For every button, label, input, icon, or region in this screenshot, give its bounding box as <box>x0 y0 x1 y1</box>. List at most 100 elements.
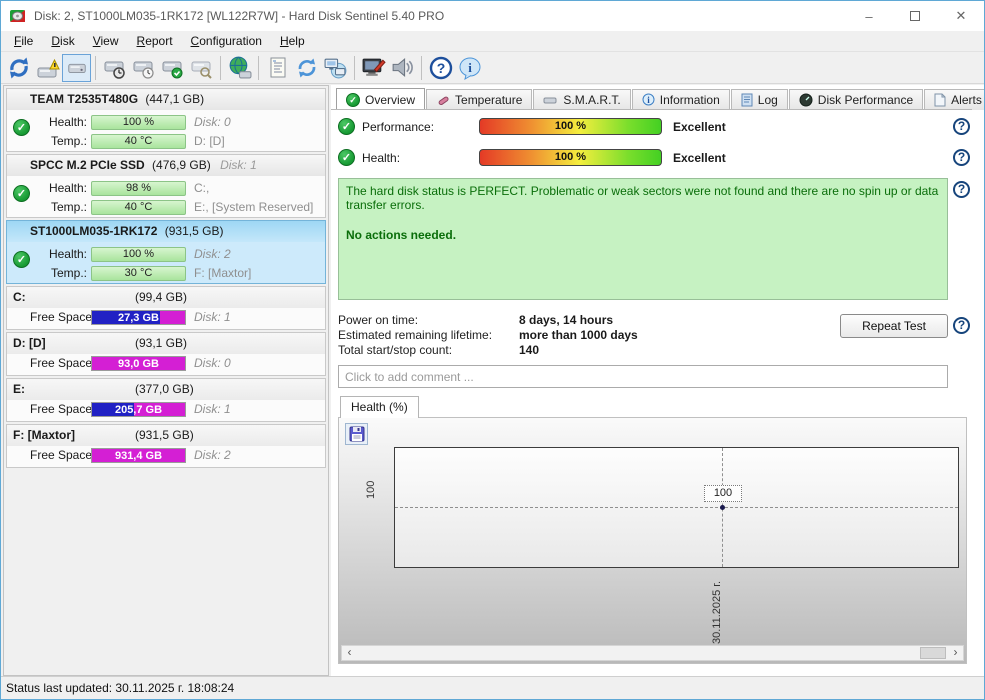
speaker-icon[interactable] <box>388 54 417 82</box>
menu-view[interactable]: View <box>84 32 128 50</box>
sync-icon[interactable] <box>292 54 321 82</box>
info-icon[interactable]: i <box>455 54 484 82</box>
disk-item-2-selected[interactable]: ST1000LM035-1RK172 (931,5 GB) Health: 10… <box>6 220 326 284</box>
lifetime-label: Estimated remaining lifetime: <box>338 328 493 342</box>
start-stop-value: 140 <box>519 343 540 357</box>
scrollbar-thumb[interactable] <box>920 647 946 659</box>
disk-overview-icon[interactable] <box>62 53 91 82</box>
toolbar-separator <box>258 55 259 80</box>
crosshair-horizontal <box>395 507 958 508</box>
help-icon[interactable]: ? <box>426 54 455 82</box>
tab-disk-performance[interactable]: Disk Performance <box>788 89 924 110</box>
menu-report[interactable]: Report <box>128 32 182 50</box>
maximize-button[interactable] <box>892 1 938 31</box>
alerts-icon <box>934 93 946 107</box>
disk-alert-icon[interactable] <box>33 54 62 82</box>
overview-tab-icon <box>346 92 360 107</box>
disk-item-0[interactable]: TEAM T2535T480G (447,1 GB) Health: 100 %… <box>6 88 326 152</box>
scroll-right-icon[interactable]: › <box>948 646 963 660</box>
comment-input[interactable] <box>338 365 948 388</box>
toolbar-separator <box>220 55 221 80</box>
disk-clock-icon[interactable] <box>129 54 158 82</box>
tab-log[interactable]: Log <box>730 89 788 110</box>
health-chart-panel: Health (%) 100 100 30.11.2025 г. ‹ › <box>338 396 967 664</box>
health-label: Health: <box>48 247 87 261</box>
health-rating: Excellent <box>673 151 726 165</box>
drive-letters: D: [D] <box>194 134 225 148</box>
x-axis-date-label: 30.11.2025 г. <box>711 580 723 644</box>
report-icon[interactable] <box>263 54 292 82</box>
start-stop-label: Total start/stop count: <box>338 343 453 357</box>
free-space-bar: 205,7 GB <box>91 402 186 417</box>
chart-tab-health[interactable]: Health (%) <box>340 396 419 418</box>
disk-name: SPCC M.2 PCIe SSD <box>30 158 145 172</box>
overview-panel: Overview Temperature S.M.A.R.T. iInforma… <box>331 85 984 676</box>
disk-number: Disk: 1 <box>220 158 257 172</box>
monitor-edit-icon[interactable] <box>359 54 388 82</box>
menu-file[interactable]: File <box>5 32 42 50</box>
health-plot: 100 <box>394 447 959 568</box>
status-text: The hard disk status is PERFECT. Problem… <box>346 184 939 212</box>
menu-disk[interactable]: Disk <box>42 32 83 50</box>
menu-configuration[interactable]: Configuration <box>182 32 271 50</box>
status-last-updated: Status last updated: 30.11.2025 г. 18:08… <box>6 681 235 695</box>
chart-scrollbar[interactable]: ‹ › <box>341 645 964 661</box>
scroll-left-icon[interactable]: ‹ <box>342 646 357 660</box>
tab-temperature[interactable]: Temperature <box>426 89 533 110</box>
free-space-bar: 27,3 GB <box>91 310 186 325</box>
menu-bar: File Disk View Report Configuration Help <box>1 31 984 52</box>
minimize-button[interactable]: – <box>846 1 892 31</box>
partition-item-e[interactable]: E: (377,0 GB) Free Space 205,7 GB Disk: 1 <box>6 378 326 422</box>
health-label: Health: <box>362 151 401 165</box>
refresh-icon[interactable] <box>4 54 33 82</box>
window-title: Disk: 2, ST1000LM035-1RK172 [WL122R7W] -… <box>34 9 445 23</box>
tab-overview[interactable]: Overview <box>336 88 426 110</box>
partition-item-c[interactable]: C: (99,4 GB) Free Space 27,3 GB Disk: 1 <box>6 286 326 330</box>
svg-text:?: ? <box>436 60 445 76</box>
help-icon[interactable]: ? <box>953 181 970 198</box>
temp-label: Temp.: <box>50 200 87 214</box>
tab-alerts[interactable]: Alerts <box>924 89 984 110</box>
partition-item-f[interactable]: F: [Maxtor] (931,5 GB) Free Space 931,4 G… <box>6 424 326 468</box>
network-computers-icon[interactable] <box>321 54 350 82</box>
info-icon: i <box>642 93 655 106</box>
help-icon[interactable]: ? <box>953 118 970 135</box>
free-space-label: Free Space <box>30 310 93 324</box>
drive-letters: F: [Maxtor] <box>194 266 252 280</box>
tab-smart[interactable]: S.M.A.R.T. <box>533 89 631 110</box>
app-logo-icon <box>10 10 25 22</box>
repeat-test-button[interactable]: Repeat Test <box>840 314 948 338</box>
network-globe-icon[interactable] <box>225 54 254 82</box>
disk-number: Disk: 0 <box>194 115 231 129</box>
data-point <box>720 505 725 510</box>
app-window: Disk: 2, ST1000LM035-1RK172 [WL122R7W] -… <box>0 0 985 700</box>
help-icon[interactable]: ? <box>953 149 970 166</box>
partition-size: (99,4 GB) <box>135 290 188 304</box>
help-icon[interactable]: ? <box>953 317 970 334</box>
performance-row: Performance: 100 % Excellent ? <box>331 118 984 138</box>
disk-item-1[interactable]: SPCC M.2 PCIe SSD (476,9 GB) Disk: 1 Hea… <box>6 154 326 218</box>
temp-value-bar: 40 °C <box>91 134 186 149</box>
drive-letters: E:, [System Reserved] <box>194 200 314 214</box>
save-chart-button[interactable] <box>345 423 368 445</box>
partition-item-d[interactable]: D: [D] (93,1 GB) Free Space 93,0 GB Disk:… <box>6 332 326 376</box>
disk-name: ST1000LM035-1RK172 <box>30 224 158 238</box>
data-point-label: 100 <box>704 485 742 502</box>
partition-name: F: [Maxtor] <box>13 428 75 442</box>
menu-help[interactable]: Help <box>271 32 314 50</box>
toolbar-separator <box>95 55 96 80</box>
y-axis-tick: 100 <box>365 480 377 499</box>
partition-name: E: <box>13 382 25 396</box>
tab-information[interactable]: i Information <box>631 89 730 110</box>
status-bar: Status last updated: 30.11.2025 г. 18:08… <box>1 676 984 699</box>
svg-text:i: i <box>468 60 472 75</box>
status-action-text: No actions needed. <box>346 228 457 242</box>
tab-strip: Overview Temperature S.M.A.R.T. iInforma… <box>336 88 984 110</box>
disk-stopwatch-icon[interactable] <box>100 54 129 82</box>
toolbar: ? i <box>1 52 984 84</box>
disk-search-icon[interactable] <box>187 54 216 82</box>
close-button[interactable]: ✕ <box>938 1 984 31</box>
disk-check-icon[interactable] <box>158 54 187 82</box>
lifetime-value: more than 1000 days <box>519 328 638 342</box>
gauge-icon <box>799 93 813 107</box>
